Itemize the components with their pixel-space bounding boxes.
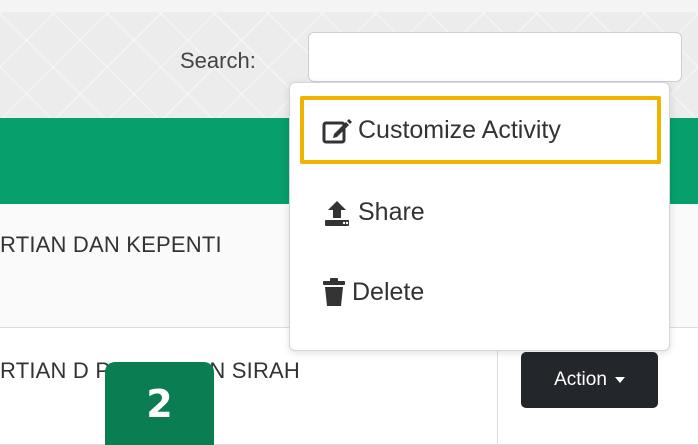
caret-down-icon: [614, 377, 625, 383]
edit-icon: [322, 117, 352, 145]
menu-item-label: Delete: [352, 277, 425, 306]
action-dropdown-button[interactable]: Action: [521, 352, 658, 408]
top-strip: [0, 0, 698, 12]
menu-item-delete[interactable]: Delete: [322, 277, 424, 307]
menu-item-share[interactable]: Share: [322, 198, 425, 227]
menu-item-label: Share: [358, 198, 425, 226]
trash-icon: [322, 277, 346, 307]
step-badge: 2: [105, 362, 214, 445]
menu-item-label: Customize Activity: [358, 116, 561, 144]
search-input[interactable]: [308, 32, 682, 82]
search-label: Search:: [180, 48, 256, 73]
upload-icon: [322, 199, 352, 227]
step-number: 2: [146, 381, 173, 426]
action-button-label: Action: [554, 369, 607, 390]
action-dropdown-menu: Customize Activity Share Delete: [289, 82, 670, 351]
menu-item-customize-activity[interactable]: Customize Activity: [322, 116, 561, 145]
row-title: RTIAN DAN KEPENTI: [0, 232, 222, 257]
